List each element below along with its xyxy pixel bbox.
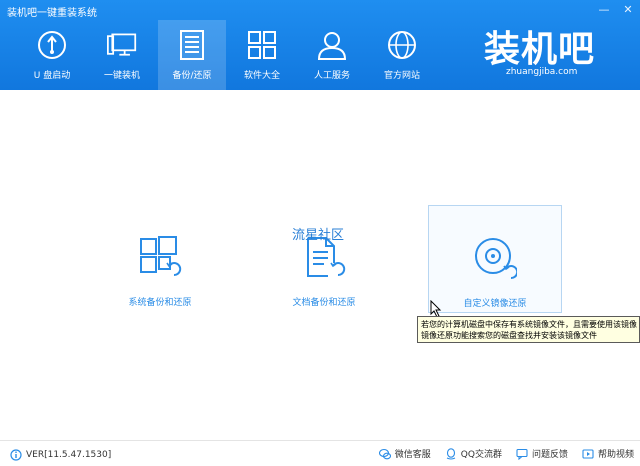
nav-label: 软件大全 [243,71,280,81]
system-backup-restore-option[interactable]: 系统备份和还原 [100,205,220,313]
footer-link-label: 帮助视频 [597,450,634,460]
custom-image-restore-option[interactable]: 自定义镜像还原 [428,205,562,313]
nav-item-manual-service[interactable]: 人工服务 [298,20,366,90]
globe-icon [387,30,417,60]
qq-group-link[interactable]: QQ交流群 [445,447,502,460]
version-info: VER[11.5.47.1530] [10,449,111,461]
monitor-icon [107,30,137,60]
footer-bar: VER[11.5.47.1530] 微信客服 QQ交流群 问题反馈 帮助视频 [0,440,640,466]
tooltip-line-2: 镜像还原功能搜索您的磁盘查找并安装该镜像文件 [421,331,597,340]
document-backup-restore-option[interactable]: 文档备份和还原 [264,205,384,313]
close-button[interactable]: ✕ [622,4,634,16]
feedback-icon [516,448,528,460]
info-icon [10,449,22,461]
user-icon [317,30,347,60]
option-label: 自定义镜像还原 [463,299,527,309]
footer-links: 微信客服 QQ交流群 问题反馈 帮助视频 [378,447,634,460]
window-title: 装机吧一键重装系统 [7,8,97,19]
nav-item-software[interactable]: 软件大全 [228,20,296,90]
feedback-link[interactable]: 问题反馈 [516,447,568,460]
footer-link-label: QQ交流群 [460,450,502,460]
minimize-button[interactable]: — [598,4,610,16]
header-bar: 装机吧一键重装系统 — ✕ U 盘启动 一键装机 备份/还原 软件大全 人工服务… [0,0,640,90]
option-label: 文档备份和还原 [292,298,356,308]
tooltip-line-1: 若您的计算机磁盘中保存有系统镜像文件，且需要使用该镜像 [421,320,637,329]
usb-icon [37,30,67,60]
option-label: 系统备份和还原 [128,298,192,308]
nav-label: 人工服务 [313,71,350,81]
backup-icon [177,30,207,60]
play-icon [582,448,594,459]
version-text: VER[11.5.47.1530] [26,450,112,460]
nav-label: U 盘启动 [33,71,71,81]
footer-link-label: 问题反馈 [531,450,568,460]
nav-item-official-site[interactable]: 官方网站 [368,20,436,90]
window-controls: — ✕ [598,4,634,16]
windows-restore-icon [140,236,182,277]
wechat-icon [378,448,391,459]
grid-icon [247,30,277,60]
qq-icon [446,447,456,460]
wechat-service-link[interactable]: 微信客服 [378,447,431,460]
watermark-text: 流星社区 [292,228,345,243]
brand-logo: 装机吧 zhuangjiba.com [478,20,608,82]
nav-item-usb-boot[interactable]: U 盘启动 [18,20,86,90]
nav-item-backup-restore[interactable]: 备份/还原 [158,20,226,90]
tooltip: 若您的计算机磁盘中保存有系统镜像文件，且需要使用该镜像 镜像还原功能搜索您的磁盘… [417,316,640,343]
nav-item-one-click-install[interactable]: 一键装机 [88,20,156,90]
disc-restore-icon [475,238,517,280]
nav-label: 备份/还原 [172,71,212,81]
help-video-link[interactable]: 帮助视频 [582,447,634,460]
footer-link-label: 微信客服 [394,450,431,460]
logo-url: zhuangjiba.com [506,67,578,77]
logo-text: 装机吧 [484,28,596,70]
nav-label: 官方网站 [383,71,420,81]
nav-label: 一键装机 [103,71,140,81]
main-nav: U 盘启动 一键装机 备份/还原 软件大全 人工服务 官方网站 [18,20,438,90]
